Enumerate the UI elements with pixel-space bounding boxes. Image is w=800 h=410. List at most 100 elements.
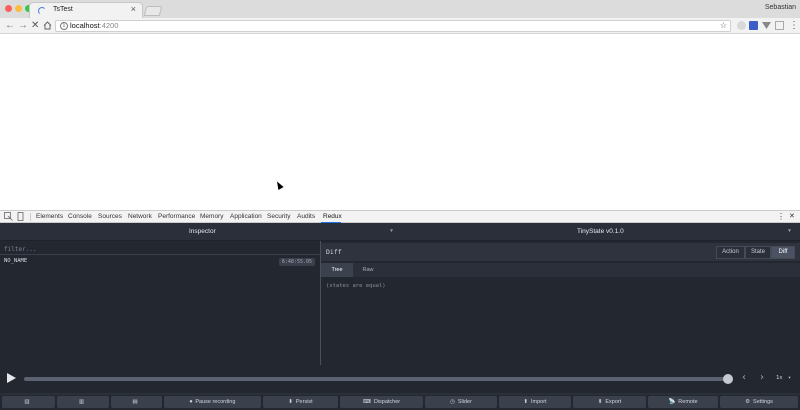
home-icon[interactable] (43, 21, 52, 30)
action-list-pane: NO_NAME 6:48:55.05 (0, 241, 320, 365)
dispatcher-label: Dispatcher (373, 399, 401, 405)
tab-elements[interactable]: Elements (36, 212, 63, 222)
tab-performance[interactable]: Performance (158, 212, 195, 222)
inspector-pane: Diff Action State Diff Tree Raw (states … (321, 241, 800, 365)
antenna-icon: 📡 (668, 399, 676, 405)
page-content (0, 34, 800, 210)
settings-button[interactable]: ⚙ Settings (720, 396, 798, 408)
export-label: Export (605, 399, 622, 405)
instance-selector[interactable]: TinyState v0.1.0 ▼ (400, 223, 800, 241)
extension-icon[interactable] (762, 21, 771, 30)
play-icon[interactable] (7, 373, 16, 383)
close-window-button[interactable] (5, 5, 12, 12)
monitor-selector[interactable]: Inspector ▼ (0, 223, 400, 241)
minimize-window-button[interactable] (15, 5, 22, 12)
browser-tab-strip: TsTest × Sebastian (0, 0, 800, 18)
extension-icon[interactable] (749, 21, 758, 30)
url-text: localhost:4200 (70, 21, 119, 30)
tab-memory[interactable]: Memory (200, 212, 223, 222)
mouse-cursor-icon (274, 180, 284, 190)
tab-security[interactable]: Security (267, 212, 290, 222)
filter-input[interactable] (4, 244, 304, 254)
slider-label: Slider (457, 399, 472, 405)
timeline-knob[interactable] (723, 374, 733, 384)
panel-bottom-icon: ▤ (132, 399, 138, 405)
tab-application[interactable]: Application (230, 212, 262, 222)
pause-recording-button[interactable]: ⏺ Pause recording (164, 396, 261, 408)
panel-right-icon: ▥ (78, 399, 85, 405)
slider-button[interactable]: ◷ Slider (425, 396, 497, 408)
tab-network[interactable]: Network (128, 212, 152, 222)
extension-icon[interactable] (737, 21, 746, 30)
monitor-title: Inspector (189, 228, 216, 235)
action-list-item[interactable]: NO_NAME 6:48:55.05 (0, 257, 320, 268)
chevron-down-icon: ▼ (788, 228, 792, 234)
mode-state-button[interactable]: State (745, 246, 771, 259)
chevron-down-icon[interactable]: ▾ (788, 375, 791, 381)
view-tabs: Tree Raw (321, 263, 800, 277)
persist-label: Persist (295, 399, 313, 405)
action-name: NO_NAME (4, 258, 28, 264)
forward-icon[interactable]: → (18, 19, 28, 32)
inspector-header: Diff Action State Diff (321, 243, 800, 261)
chart-monitor-button[interactable]: ▤ (111, 396, 162, 408)
bottom-toolbar: ▥ ▥ ▤ ⏺ Pause recording ⬍ Persist ⌨ Dispatc… (0, 395, 800, 410)
profile-name[interactable]: Sebastian (765, 4, 796, 11)
keyboard-icon: ⌨ (362, 399, 371, 405)
clock-icon: ◷ (450, 399, 455, 405)
remote-label: Remote (678, 399, 698, 405)
tab-redux[interactable]: Redux (323, 212, 342, 222)
inspect-element-icon[interactable] (4, 212, 13, 221)
devtools-more-icon[interactable]: ⋮ (777, 212, 785, 222)
devtools-close-icon[interactable]: ✕ (789, 212, 795, 222)
tab-tree[interactable]: Tree (321, 263, 353, 277)
devtools-tab-bar: Elements Console Sources Network Perform… (0, 210, 800, 224)
redux-header: Inspector ▼ TinyState v0.1.0 ▼ (0, 223, 800, 241)
mode-action-button[interactable]: Action (716, 246, 745, 259)
inspector-mode-title: Diff (326, 248, 342, 256)
tab-sources[interactable]: Sources (98, 212, 122, 222)
browser-toolbar: ← → ✕ i localhost:4200 ☆ ⋮ (0, 18, 800, 34)
screen: TsTest × Sebastian ← → ✕ i localhost:420… (0, 0, 800, 410)
persist-button[interactable]: ⬍ Persist (263, 396, 338, 408)
log-monitor-button[interactable]: ▥ (57, 396, 109, 408)
upload-icon: ⬆ (523, 399, 528, 405)
address-bar[interactable]: i localhost:4200 ☆ (55, 20, 731, 32)
import-label: Import (531, 399, 547, 405)
diff-message: (states are equal) (326, 283, 386, 289)
extension-icon[interactable] (775, 21, 784, 30)
tab-console[interactable]: Console (68, 212, 92, 222)
import-button[interactable]: ⬆ Import (499, 396, 571, 408)
inspector-monitor-button[interactable]: ▥ (2, 396, 55, 408)
new-tab-button[interactable] (143, 6, 163, 16)
timeline-slider-row: ‹ › 1x ▾ (0, 365, 800, 393)
remote-button[interactable]: 📡 Remote (648, 396, 718, 408)
info-icon[interactable]: i (60, 22, 68, 30)
export-button[interactable]: ⬆ Export (573, 396, 646, 408)
star-icon[interactable]: ☆ (720, 21, 727, 31)
browser-tab[interactable]: TsTest × (29, 2, 143, 18)
back-icon[interactable]: ← (5, 19, 15, 32)
chevron-right-icon[interactable]: › (760, 373, 764, 383)
pin-icon: ⬍ (288, 399, 293, 405)
timeline-track[interactable] (24, 377, 728, 381)
settings-label: Settings (753, 399, 773, 405)
dispatcher-button[interactable]: ⌨ Dispatcher (340, 396, 423, 408)
tab-raw[interactable]: Raw (353, 263, 383, 277)
tab-audits[interactable]: Audits (297, 212, 315, 222)
device-toolbar-icon[interactable] (16, 212, 25, 221)
browser-menu-icon[interactable]: ⋮ (789, 19, 799, 32)
download-icon: ⬆ (597, 399, 603, 405)
mode-diff-button[interactable]: Diff (771, 246, 795, 259)
gear-icon: ⚙ (745, 399, 751, 405)
loading-spinner-icon (38, 7, 46, 15)
chevron-left-icon[interactable]: ‹ (742, 373, 746, 383)
redux-devtools-panel: Inspector ▼ TinyState v0.1.0 ▼ NO_NAME 6… (0, 223, 800, 410)
filter-row (0, 243, 320, 255)
action-timestamp: 6:48:55.05 (278, 258, 315, 266)
chevron-down-icon: ▼ (390, 228, 394, 234)
tab-close-icon[interactable]: × (131, 5, 136, 14)
playback-speed[interactable]: 1x (776, 375, 783, 381)
panel-left-icon: ▥ (24, 399, 30, 405)
stop-icon[interactable]: ✕ (31, 19, 39, 32)
